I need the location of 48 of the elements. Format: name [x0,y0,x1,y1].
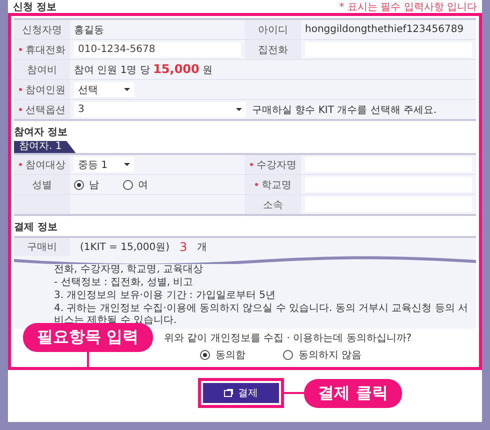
required-note: * 표시는 필수 입력사항 입니다 [339,3,477,13]
field-label: 소속 [263,198,283,212]
field-label: 수강자명 [256,158,296,172]
field-label: 집전화 [258,44,288,56]
field-label: 참여인원 [26,84,66,96]
radio-label: 남 [89,178,99,192]
radio-label: 동의하지 않음 [298,349,362,362]
field-value: honggildongthethief123456789 [305,24,464,35]
field-label: 선택옵션 [26,104,66,116]
field-value: 홍길동 [74,24,104,36]
privacy-text: 3. 개인정보의 보유·이용 기간 : 가입일로부터 5년 [54,290,277,302]
field-label: 휴대전화 [26,44,66,56]
field-label: 아이디 [258,24,288,36]
section-title: 신청 정보 [13,3,56,13]
hint-text: 구매하실 향수 KIT 개수를 선택해 주세요. [252,104,437,116]
consent-question: 위와 같이 개인정보를 수집 · 이용하는데 동의하십니까? [164,333,412,344]
field-label: 참여대상 [26,158,66,172]
field-label: 구매비 [27,241,57,254]
dropdown[interactable]: 선택 [74,82,134,97]
count-unit: 개 [197,241,208,254]
callout-label: 결제 클릭 [304,378,402,408]
caret-icon [124,163,130,166]
input-field[interactable]: 010-1234-5678 [74,42,241,57]
count-value: 3 [180,240,188,254]
section-title: 결제 정보 [14,221,58,234]
privacy-text: - 선택정보 : 집전화, 성별, 비고 [54,277,194,289]
section-title: 참여자 정보 [14,126,68,139]
caret-icon [124,88,130,91]
field-label: 참여비 [27,64,57,76]
radio-label: 여 [138,178,148,192]
dropdown[interactable]: 3 [74,102,246,117]
privacy-text: 전화, 수강자명, 학교명, 교육대상 [54,264,204,276]
field-label: 학교명 [262,178,292,192]
unit-price-text: (1KIT = 15,000원) [80,241,170,254]
radio-button[interactable] [123,180,133,190]
dropdown[interactable]: 중등 1 [74,157,134,172]
card-icon [224,389,234,397]
field-label: 신청자명 [22,24,62,36]
radio-button[interactable] [283,350,294,360]
callout-label: 필요항목 입력 [23,323,153,352]
radio-button[interactable] [74,180,84,190]
radio-button[interactable] [200,350,210,360]
radio-label: 동의함 [215,349,246,362]
caret-icon [236,108,242,111]
tab[interactable]: 참여자. 1 [14,141,76,153]
fee-text: 참여 인원 1명 당 15,000 원 [74,62,213,77]
pay-button[interactable]: 결제 [202,382,280,404]
field-label: 성별 [32,178,52,192]
